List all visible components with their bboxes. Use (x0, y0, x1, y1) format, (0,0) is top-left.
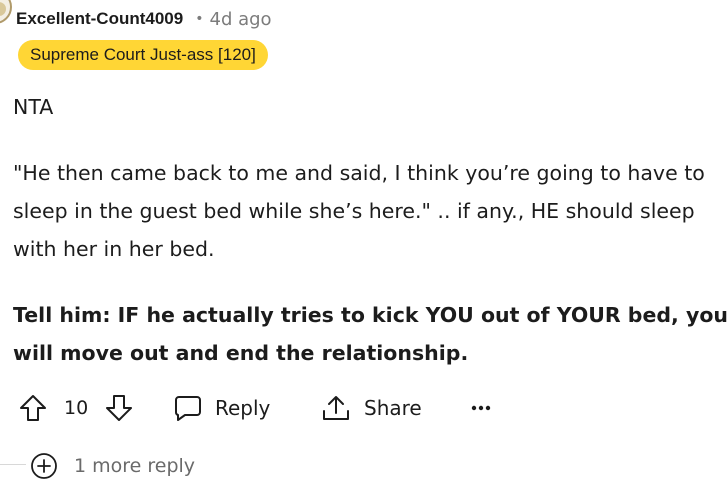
upvote-button[interactable] (18, 388, 48, 428)
comment-paragraph-bold: Tell him: IF he actually tries to kick Y… (13, 303, 727, 365)
user-flair: Supreme Court Just-ass [120] (18, 40, 268, 70)
more-options-button[interactable] (470, 388, 492, 428)
arrow-up-outline-icon (18, 393, 48, 423)
share-upload-icon (320, 393, 352, 423)
more-replies-button[interactable]: 1 more reply (30, 451, 195, 481)
plus-circle-icon (30, 452, 58, 480)
share-label: Share (364, 396, 422, 420)
username-link[interactable]: Excellent-Count4009 (16, 9, 183, 29)
user-avatar[interactable] (0, 0, 12, 24)
ellipsis-icon (470, 403, 492, 413)
comment-timestamp[interactable]: 4d ago (210, 9, 272, 30)
avatar-emblem (0, 2, 6, 16)
vote-score: 10 (64, 397, 89, 419)
reply-button[interactable]: Reply (173, 388, 270, 428)
meta-separator: • (195, 11, 204, 27)
downvote-button[interactable] (104, 388, 134, 428)
comment-paragraph: NTA (13, 95, 54, 119)
thread-connector-line (0, 464, 26, 465)
comment-paragraph: "He then came back to me and said, I thi… (13, 161, 705, 261)
share-button[interactable]: Share (320, 388, 422, 428)
speech-bubble-icon (173, 393, 203, 423)
reply-label: Reply (215, 396, 271, 420)
comment-action-bar: 10 Reply Share (18, 388, 718, 428)
more-replies-label: 1 more reply (74, 455, 196, 477)
comment-header: Excellent-Count4009 • 4d ago (16, 7, 272, 31)
arrow-down-outline-icon (104, 393, 134, 423)
